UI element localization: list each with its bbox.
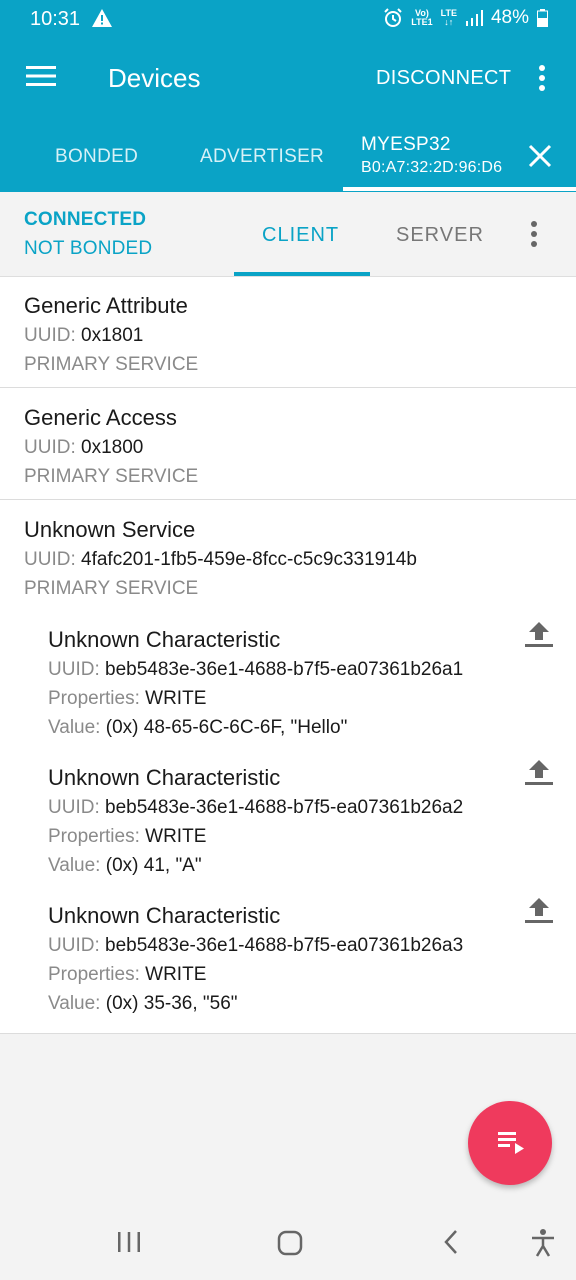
characteristic-value-line: Value: (0x) 48-65-6C-6C-6F, "Hello" xyxy=(48,717,347,739)
signal-icon xyxy=(465,10,483,26)
more-vert-icon[interactable] xyxy=(532,64,552,92)
page-title: Devices xyxy=(108,63,201,93)
recent-apps-icon[interactable] xyxy=(117,1230,141,1254)
disconnect-button[interactable]: DISCONNECT xyxy=(376,67,511,90)
service-uuid: 0x1801 xyxy=(81,325,144,346)
characteristic-uuid: beb5483e-36e1-4688-b7f5-ea07361b26a3 xyxy=(105,935,464,956)
uuid-label: UUID: xyxy=(48,797,100,818)
uuid-label: UUID: xyxy=(24,325,76,346)
characteristic-properties: WRITE xyxy=(145,826,207,847)
tab-device[interactable]: MYESP32 B0:A7:32:2D:96:D6 xyxy=(361,134,502,177)
characteristic-properties-line: Properties: WRITE xyxy=(48,688,206,710)
service-uuid: 0x1800 xyxy=(81,437,144,458)
lte1-label: LTE1 xyxy=(411,17,433,27)
characteristic-properties: WRITE xyxy=(145,964,207,985)
service-type: PRIMARY SERVICE xyxy=(24,578,199,599)
service-type: PRIMARY SERVICE xyxy=(24,354,199,375)
value-label: Value: xyxy=(48,993,101,1014)
log-fab-button[interactable] xyxy=(468,1101,552,1185)
value-label: Value: xyxy=(48,855,101,876)
characteristic-value: (0x) 41, "A" xyxy=(105,855,202,876)
alarm-icon xyxy=(384,8,402,27)
characteristic-uuid-line: UUID: beb5483e-36e1-4688-b7f5-ea07361b26… xyxy=(48,659,463,681)
service-name: Unknown Service xyxy=(24,517,196,542)
characteristic-name: Unknown Characteristic xyxy=(48,765,281,790)
status-bar: 10:31 Vo) LTE1 LTE ↓↑ 48% xyxy=(0,0,576,36)
properties-label: Properties: xyxy=(48,826,140,847)
warning-icon xyxy=(92,9,112,27)
characteristic-value: (0x) 48-65-6C-6C-6F, "Hello" xyxy=(105,717,348,738)
service-uuid: 4fafc201-1fb5-459e-8fcc-c5c9c331914b xyxy=(81,549,417,570)
upload-icon[interactable] xyxy=(523,620,555,648)
service-item[interactable]: Generic Attribute UUID: 0x1801 PRIMARY S… xyxy=(0,277,576,388)
characteristic-properties-line: Properties: WRITE xyxy=(48,826,206,848)
battery-icon xyxy=(537,9,548,27)
characteristic-properties-line: Properties: WRITE xyxy=(48,964,206,986)
tab-indicator xyxy=(234,272,370,276)
more-vert-icon[interactable] xyxy=(524,220,544,248)
close-icon[interactable] xyxy=(528,144,552,168)
characteristic-name: Unknown Characteristic xyxy=(48,627,281,652)
service-name: Generic Access xyxy=(24,405,177,430)
back-icon[interactable] xyxy=(440,1228,462,1256)
uuid-label: UUID: xyxy=(24,549,76,570)
value-label: Value: xyxy=(48,717,101,738)
device-name: MYESP32 xyxy=(361,134,451,155)
characteristic-value-line: Value: (0x) 35-36, "56" xyxy=(48,993,238,1015)
uuid-label: UUID: xyxy=(48,935,100,956)
connection-bar: CONNECTED NOT BONDED CLIENT SERVER xyxy=(0,192,576,277)
service-type: PRIMARY SERVICE xyxy=(24,466,199,487)
log-icon xyxy=(498,1132,524,1154)
properties-label: Properties: xyxy=(48,688,140,709)
service-uuid-line: UUID: 0x1800 xyxy=(24,437,143,459)
characteristic-value-line: Value: (0x) 41, "A" xyxy=(48,855,202,877)
battery-percent: 48% xyxy=(490,7,529,28)
characteristic-properties: WRITE xyxy=(145,688,207,709)
system-nav-bar xyxy=(0,1206,576,1280)
service-list: Generic Attribute UUID: 0x1801 PRIMARY S… xyxy=(0,277,576,1034)
upload-icon[interactable] xyxy=(523,758,555,786)
characteristic-name: Unknown Characteristic xyxy=(48,903,281,928)
service-uuid-line: UUID: 4fafc201-1fb5-459e-8fcc-c5c9c33191… xyxy=(24,549,417,571)
connection-status: CONNECTED xyxy=(24,209,147,230)
lte-indicator: LTE ↓↑ xyxy=(440,8,457,27)
uuid-label: UUID: xyxy=(24,437,76,458)
properties-label: Properties: xyxy=(48,964,140,985)
characteristic-uuid: beb5483e-36e1-4688-b7f5-ea07361b26a1 xyxy=(105,659,464,680)
characteristic-value: (0x) 35-36, "56" xyxy=(105,993,238,1014)
volte-indicator: Vo) LTE1 xyxy=(411,9,432,27)
characteristic-uuid-line: UUID: beb5483e-36e1-4688-b7f5-ea07361b26… xyxy=(48,797,463,819)
tab-advertiser[interactable]: ADVERTISER xyxy=(200,146,324,168)
service-item[interactable]: Unknown Service UUID: 4fafc201-1fb5-459e… xyxy=(0,500,576,1034)
uuid-label: UUID: xyxy=(48,659,100,680)
upload-icon[interactable] xyxy=(523,896,555,924)
menu-icon[interactable] xyxy=(26,64,56,88)
tab-bonded[interactable]: BONDED xyxy=(55,146,138,168)
app-bar: Devices DISCONNECT BONDED ADVERTISER MYE… xyxy=(0,36,576,192)
tab-server[interactable]: SERVER xyxy=(396,224,484,247)
tab-indicator xyxy=(343,187,576,191)
service-uuid-line: UUID: 0x1801 xyxy=(24,325,143,347)
tab-client[interactable]: CLIENT xyxy=(262,224,339,247)
status-time: 10:31 xyxy=(30,8,81,30)
home-icon[interactable] xyxy=(277,1230,303,1256)
accessibility-icon[interactable] xyxy=(529,1228,557,1258)
bond-status: NOT BONDED xyxy=(24,238,153,259)
characteristic-uuid-line: UUID: beb5483e-36e1-4688-b7f5-ea07361b26… xyxy=(48,935,463,957)
service-item[interactable]: Generic Access UUID: 0x1800 PRIMARY SERV… xyxy=(0,388,576,500)
service-name: Generic Attribute xyxy=(24,293,188,318)
device-address: B0:A7:32:2D:96:D6 xyxy=(361,159,503,176)
characteristic-uuid: beb5483e-36e1-4688-b7f5-ea07361b26a2 xyxy=(105,797,464,818)
